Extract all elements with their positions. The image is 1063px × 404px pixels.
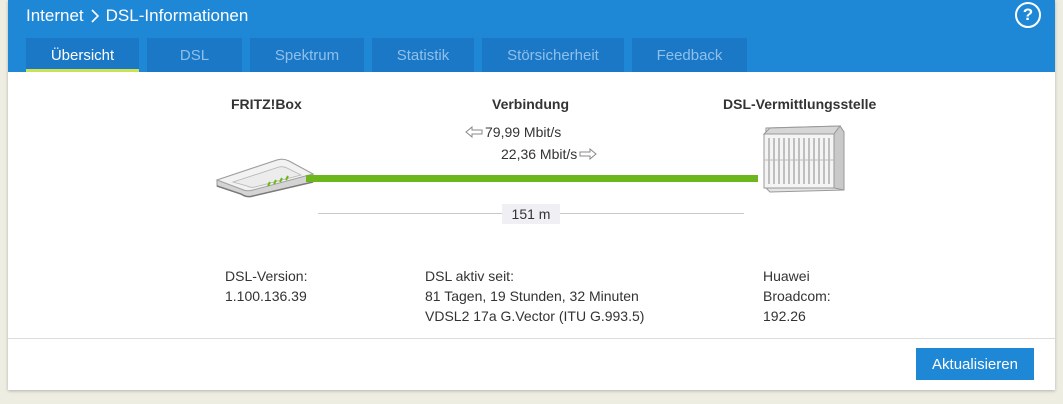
tab-uebersicht[interactable]: Übersicht — [26, 38, 139, 72]
upstream-rate: 22,36 Mbit/s — [501, 146, 598, 162]
exchange-chipset-version: 192.26 — [763, 308, 806, 324]
exchange-info-block: Huawei Broadcom: 192.26 — [763, 266, 831, 326]
refresh-button[interactable]: Aktualisieren — [916, 348, 1034, 380]
exchange-vendor: Huawei — [763, 268, 810, 284]
chevron-right-icon — [91, 9, 99, 23]
dsl-active-block: DSL aktiv seit: 81 Tagen, 19 Stunden, 32… — [425, 266, 644, 326]
connection-title: Verbindung — [492, 96, 569, 112]
distance-label: 151 m — [502, 204, 560, 224]
breadcrumb: Internet DSL-Informationen — [26, 5, 248, 27]
fritzbox-title: FRITZ!Box — [231, 96, 302, 112]
dsl-active-label: DSL aktiv seit: — [425, 268, 514, 284]
dsl-version-block: DSL-Version: 1.100.136.39 — [225, 266, 307, 306]
dsl-version-label: DSL-Version: — [225, 268, 308, 284]
tab-bar: Übersicht DSL Spektrum Statistik Störsic… — [26, 38, 747, 72]
dsl-version-value: 1.100.136.39 — [225, 288, 307, 304]
arrow-right-icon — [579, 148, 598, 160]
router-icon — [215, 158, 315, 198]
exchange-chipset-label: Broadcom: — [763, 288, 831, 304]
help-icon[interactable]: ? — [1015, 2, 1041, 28]
tab-dsl[interactable]: DSL — [147, 38, 242, 72]
connection-line — [306, 175, 758, 182]
downstream-value: 79,99 Mbit/s — [485, 124, 562, 140]
exchange-icon — [762, 125, 845, 193]
header-bar: Internet DSL-Informationen ? Übersicht D… — [8, 0, 1055, 72]
tab-statistik[interactable]: Statistik — [372, 38, 474, 72]
tab-stoersicherheit[interactable]: Störsicherheit — [482, 38, 624, 72]
dsl-active-duration: 81 Tagen, 19 Stunden, 32 Minuten — [425, 288, 639, 304]
exchange-title: DSL-Vermittlungsstelle — [723, 96, 877, 112]
tab-spektrum[interactable]: Spektrum — [250, 38, 364, 72]
downstream-rate: 79,99 Mbit/s — [465, 124, 561, 140]
breadcrumb-internet[interactable]: Internet — [26, 6, 84, 26]
breadcrumb-dsl-informationen: DSL-Informationen — [105, 6, 249, 25]
dsl-info-panel: Internet DSL-Informationen ? Übersicht D… — [8, 0, 1055, 390]
upstream-value: 22,36 Mbit/s — [501, 146, 578, 162]
arrow-left-icon — [465, 126, 483, 138]
footer-divider — [8, 338, 1055, 339]
tab-feedback[interactable]: Feedback — [632, 38, 747, 72]
dsl-profile: VDSL2 17a G.Vector (ITU G.993.5) — [425, 308, 645, 324]
